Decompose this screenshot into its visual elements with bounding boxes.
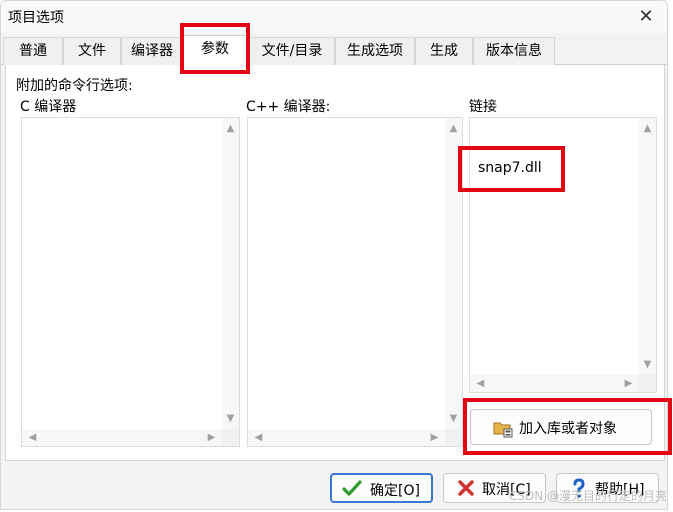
parameters-panel: 附加的命令行选项: C 编译器 C++ 编译器: 链接 ▲ ▼ ◀ ▶ ▲ ▼ … xyxy=(5,65,665,461)
scroll-right-icon[interactable]: ▶ xyxy=(620,375,637,392)
dialog-title: 项目选项 xyxy=(8,10,64,26)
vertical-scrollbar[interactable]: ▲ ▼ xyxy=(445,118,462,429)
scrollbar-corner xyxy=(639,375,656,392)
tab-build-options[interactable]: 生成选项 xyxy=(335,37,415,65)
scroll-left-icon[interactable]: ◀ xyxy=(250,429,267,446)
scroll-up-icon[interactable]: ▲ xyxy=(445,120,462,137)
scroll-down-icon[interactable]: ▼ xyxy=(222,410,239,427)
tab-general[interactable]: 普通 xyxy=(3,37,63,65)
vertical-scrollbar[interactable]: ▲ ▼ xyxy=(222,118,239,429)
title-bar: 项目选项 ✕ xyxy=(1,1,667,33)
linker-options-box[interactable]: snap7.dll ▲ ▼ ◀ ▶ xyxy=(469,117,657,393)
watermark-text: CSDN @漫无目的行走的月亮 xyxy=(508,489,667,503)
scroll-right-icon[interactable]: ▶ xyxy=(203,429,220,446)
horizontal-scrollbar[interactable]: ◀ ▶ xyxy=(470,375,639,392)
scroll-left-icon[interactable]: ◀ xyxy=(24,429,41,446)
scroll-down-icon[interactable]: ▼ xyxy=(445,410,462,427)
scroll-left-icon[interactable]: ◀ xyxy=(472,375,489,392)
add-library-button[interactable]: 加入库或者对象 xyxy=(470,409,652,445)
tab-parameters[interactable]: 参数 xyxy=(183,35,247,66)
horizontal-scrollbar[interactable]: ◀ ▶ xyxy=(22,429,222,446)
checkmark-icon xyxy=(342,480,362,496)
scroll-right-icon[interactable]: ▶ xyxy=(426,429,443,446)
scrollbar-corner xyxy=(445,429,462,446)
tab-files[interactable]: 文件 xyxy=(63,37,121,65)
cancel-x-icon xyxy=(458,480,474,496)
tab-compiler[interactable]: 编译器 xyxy=(121,37,183,65)
close-icon[interactable]: ✕ xyxy=(633,5,659,29)
tab-build[interactable]: 生成 xyxy=(415,37,473,65)
linker-item-snap7[interactable]: snap7.dll xyxy=(478,160,542,176)
scroll-down-icon[interactable]: ▼ xyxy=(639,356,656,373)
tab-files-directories[interactable]: 文件/目录 xyxy=(249,37,335,65)
scroll-up-icon[interactable]: ▲ xyxy=(639,120,656,137)
c-compiler-label: C 编译器 xyxy=(20,99,77,115)
c-compiler-options-box[interactable]: ▲ ▼ ◀ ▶ xyxy=(21,117,240,447)
linker-label: 链接 xyxy=(469,99,497,115)
scrollbar-corner xyxy=(222,429,239,446)
folder-add-icon xyxy=(493,422,513,438)
cpp-compiler-label: C++ 编译器: xyxy=(246,99,331,115)
ok-button[interactable]: 确定[O] xyxy=(330,473,433,503)
horizontal-scrollbar[interactable]: ◀ ▶ xyxy=(248,429,445,446)
tab-version-info[interactable]: 版本信息 xyxy=(473,37,555,65)
tab-bar: 普通 文件 编译器 参数 文件/目录 生成选项 生成 版本信息 xyxy=(1,35,667,66)
additional-options-heading: 附加的命令行选项: xyxy=(16,78,133,94)
vertical-scrollbar[interactable]: ▲ ▼ xyxy=(639,118,656,375)
project-options-dialog: 项目选项 ✕ 普通 文件 编译器 参数 文件/目录 生成选项 生成 版本信息 附… xyxy=(0,0,668,510)
cpp-compiler-options-box[interactable]: ▲ ▼ ◀ ▶ xyxy=(247,117,463,447)
scroll-up-icon[interactable]: ▲ xyxy=(222,120,239,137)
